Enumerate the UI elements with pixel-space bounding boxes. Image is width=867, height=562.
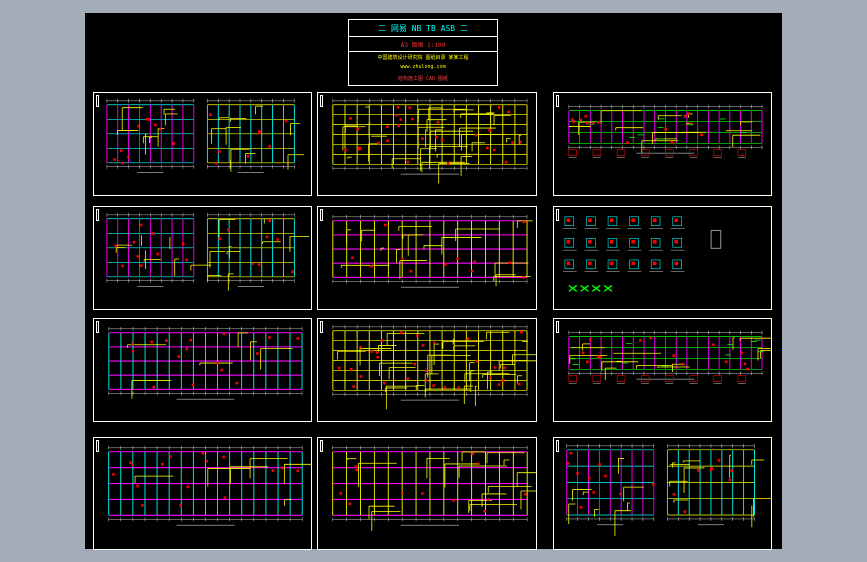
sheet-drawing: [566, 443, 771, 537]
sheet-drawing: [568, 104, 763, 158]
drawing-sheet-3[interactable]: [553, 92, 772, 196]
title-line-4: www.zhulong.com: [400, 64, 446, 70]
drawing-sheet-6[interactable]: [553, 206, 772, 310]
sheet-drawing: [108, 326, 303, 400]
drawing-sheet-5[interactable]: [317, 206, 537, 310]
title-line-5: 结构施工图 CAD 图纸: [397, 76, 449, 82]
drawing-sheet-10[interactable]: [93, 437, 312, 550]
sheet-drawing: [332, 98, 528, 184]
drawing-sheet-12[interactable]: [553, 437, 772, 550]
drawing-sheet-4[interactable]: [93, 206, 312, 310]
title-line-2: A3 图框 1:100: [400, 42, 446, 49]
sheet-drawing: [332, 214, 533, 288]
title-block: 二 网易 NB TB ASB 二 A3 图框 1:100 中国建筑设计研究院 图…: [348, 19, 498, 86]
sheet-drawing: [562, 216, 722, 292]
drawing-sheet-2[interactable]: [317, 92, 537, 196]
drawing-sheet-11[interactable]: [317, 437, 537, 550]
drawing-sheet-8[interactable]: [317, 318, 537, 422]
sheet-drawing: [568, 330, 771, 384]
sheet-drawing: [106, 98, 305, 173]
title-line-1: 二 网易 NB TB ASB 二: [378, 24, 468, 33]
sheet-drawing: [106, 212, 310, 291]
drawing-sheet-9[interactable]: [553, 318, 772, 422]
sheet-drawing: [332, 324, 536, 410]
drawing-sheet-1[interactable]: [93, 92, 312, 196]
sheet-drawing: [332, 445, 536, 531]
sheet-drawing: [108, 445, 311, 526]
drawing-sheet-7[interactable]: [93, 318, 312, 422]
title-line-3: 中国建筑设计研究院 图纸目录 某某工程: [377, 55, 469, 61]
